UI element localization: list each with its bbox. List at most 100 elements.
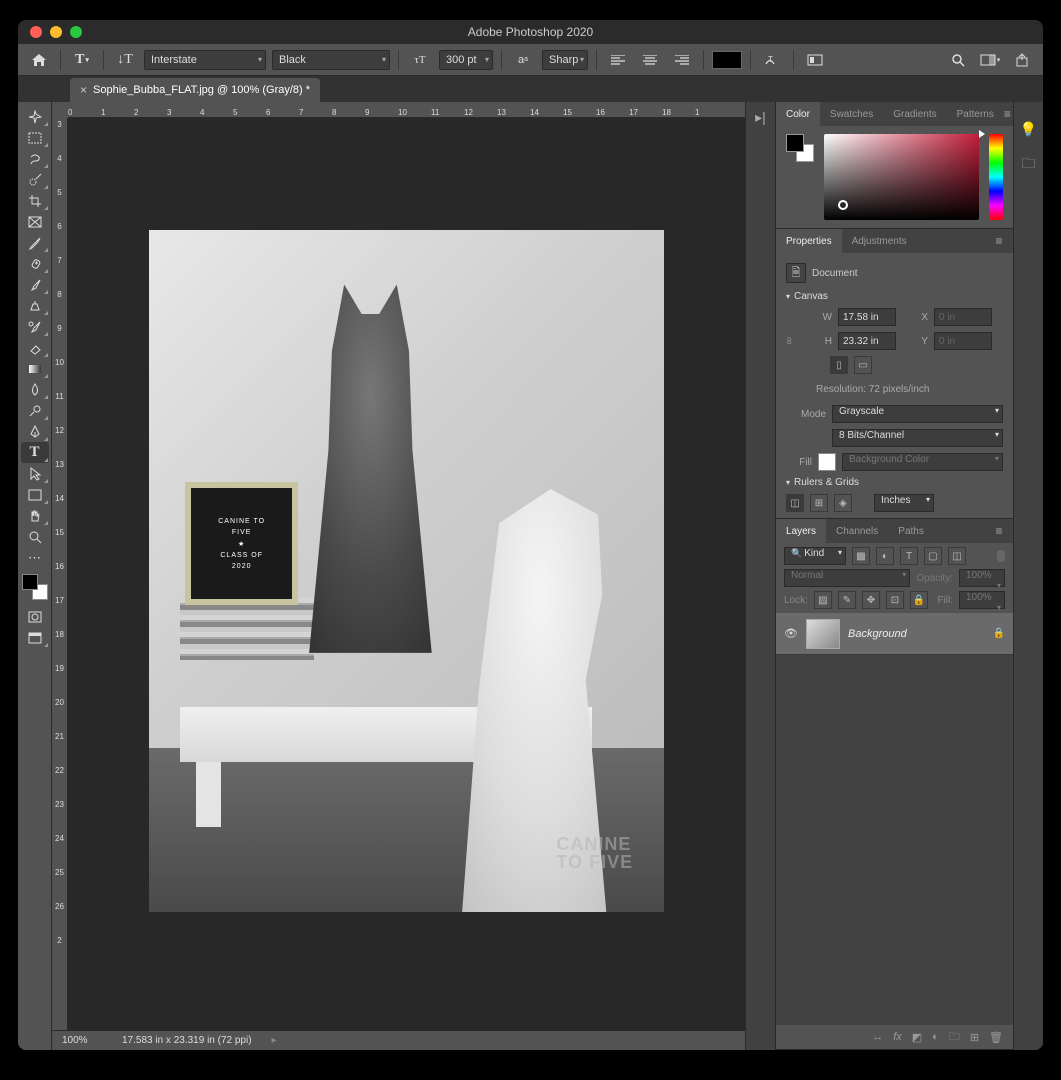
rulers-toggle[interactable]: ◫ xyxy=(786,494,804,512)
search-button[interactable] xyxy=(945,49,971,71)
warp-text-button[interactable]: T xyxy=(759,49,785,71)
path-select-tool[interactable] xyxy=(21,463,49,484)
visibility-toggle-icon[interactable]: 👁 xyxy=(784,627,798,641)
filter-toggle[interactable] xyxy=(997,550,1005,562)
screen-mode-button[interactable] xyxy=(21,627,49,648)
text-orientation-button[interactable]: ↓T xyxy=(112,49,138,71)
link-dimensions-icon[interactable]: 𝟾 xyxy=(786,336,800,347)
canvas-height-field[interactable] xyxy=(838,332,896,350)
layer-row[interactable]: 👁 Background 🔒 xyxy=(776,613,1013,655)
expand-dock-icon[interactable]: ▸| xyxy=(748,106,774,128)
font-size-select[interactable]: 300 pt xyxy=(439,50,493,70)
history-brush-tool[interactable] xyxy=(21,316,49,337)
brush-tool[interactable] xyxy=(21,274,49,295)
add-mask-icon[interactable]: ◩ xyxy=(912,1031,922,1044)
tab-layers[interactable]: Layers xyxy=(776,519,826,543)
panel-menu-icon[interactable]: ≡ xyxy=(989,229,1009,253)
ruler-units-select[interactable]: Inches xyxy=(874,494,934,512)
font-style-select[interactable]: Black xyxy=(272,50,390,70)
blend-mode-select[interactable]: Normal xyxy=(784,569,910,587)
layer-filter-select[interactable]: 🔍Kind xyxy=(784,547,846,565)
frame-tool[interactable] xyxy=(21,211,49,232)
zoom-level[interactable]: 100% xyxy=(62,1035,102,1046)
layer-thumbnail[interactable] xyxy=(806,619,840,649)
hue-slider[interactable] xyxy=(989,134,1003,220)
hand-tool[interactable] xyxy=(21,505,49,526)
bit-depth-select[interactable]: 8 Bits/Channel xyxy=(832,429,1003,447)
lock-position-icon[interactable]: ✥ xyxy=(862,591,880,609)
layer-name[interactable]: Background xyxy=(848,628,985,640)
lock-all-icon[interactable]: 🔒 xyxy=(910,591,928,609)
move-tool[interactable] xyxy=(21,106,49,127)
guides-toggle[interactable]: ◈ xyxy=(834,494,852,512)
ruler-horizontal[interactable]: 01234567891011121314151617181 xyxy=(68,102,745,118)
orient-landscape-button[interactable]: ▭ xyxy=(854,356,872,374)
eyedropper-tool[interactable] xyxy=(21,232,49,253)
lock-artboard-icon[interactable]: ⊡ xyxy=(886,591,904,609)
new-layer-icon[interactable]: ⊞ xyxy=(970,1031,979,1044)
tab-channels[interactable]: Channels xyxy=(826,519,888,543)
clone-stamp-tool[interactable] xyxy=(21,295,49,316)
zoom-tool[interactable] xyxy=(21,526,49,547)
new-group-icon[interactable]: 🗀 xyxy=(949,1028,960,1047)
document-dimensions[interactable]: 17.583 in x 23.319 in (72 ppi) xyxy=(122,1035,252,1046)
ruler-vertical[interactable]: 3456789101112131415161718192021222324252… xyxy=(52,118,68,1030)
home-button[interactable] xyxy=(26,49,52,71)
lasso-tool[interactable] xyxy=(21,148,49,169)
share-button[interactable] xyxy=(1009,49,1035,71)
delete-layer-icon[interactable]: 🗑 xyxy=(989,1031,1003,1044)
tab-patterns[interactable]: Patterns xyxy=(947,102,1004,126)
tab-gradients[interactable]: Gradients xyxy=(883,102,946,126)
character-panel-button[interactable] xyxy=(802,49,828,71)
lock-icon[interactable]: 🔒 xyxy=(993,628,1005,639)
lock-paint-icon[interactable]: ✎ xyxy=(838,591,856,609)
crop-tool[interactable] xyxy=(21,190,49,211)
foreground-background-colors[interactable] xyxy=(22,574,48,600)
align-left-button[interactable] xyxy=(605,49,631,71)
dodge-tool[interactable] xyxy=(21,400,49,421)
filter-type-icon[interactable]: T xyxy=(900,547,918,565)
foreground-color-swatch[interactable] xyxy=(22,574,38,590)
panel-menu-icon[interactable]: ≡ xyxy=(1004,102,1011,126)
text-color-swatch[interactable] xyxy=(712,51,742,69)
layer-fill-field[interactable]: 100% xyxy=(959,591,1005,609)
tab-color[interactable]: Color xyxy=(776,102,820,126)
pen-tool[interactable] xyxy=(21,421,49,442)
eraser-tool[interactable] xyxy=(21,337,49,358)
filter-shape-icon[interactable]: ▢ xyxy=(924,547,942,565)
canvas-stage[interactable]: CANINE TO FIVE ★ CLASS OF 2020 CANINETO … xyxy=(68,118,745,1030)
tab-swatches[interactable]: Swatches xyxy=(820,102,883,126)
color-picker-field[interactable] xyxy=(824,134,979,220)
filter-adjust-icon[interactable]: ◐ xyxy=(876,547,894,565)
filter-smart-icon[interactable]: ◫ xyxy=(948,547,966,565)
link-layers-icon[interactable]: ↔ xyxy=(872,1031,883,1043)
lock-transparency-icon[interactable]: ▨ xyxy=(814,591,832,609)
canvas-width-field[interactable] xyxy=(838,308,896,326)
libraries-panel-icon[interactable]: 🗀 xyxy=(1016,154,1042,176)
healing-brush-tool[interactable] xyxy=(21,253,49,274)
close-tab-icon[interactable]: × xyxy=(80,83,87,97)
learn-panel-icon[interactable]: 💡 xyxy=(1016,118,1042,140)
quick-select-tool[interactable] xyxy=(21,169,49,190)
blur-tool[interactable] xyxy=(21,379,49,400)
grid-toggle[interactable]: ⊞ xyxy=(810,494,828,512)
rectangle-tool[interactable] xyxy=(21,484,49,505)
tab-adjustments[interactable]: Adjustments xyxy=(842,229,917,253)
marquee-tool[interactable] xyxy=(21,127,49,148)
align-center-button[interactable] xyxy=(637,49,663,71)
tab-properties[interactable]: Properties xyxy=(776,229,842,253)
document-tab[interactable]: × Sophie_Bubba_FLAT.jpg @ 100% (Gray/8) … xyxy=(70,78,320,102)
workspace-button[interactable]: ▾ xyxy=(977,49,1003,71)
color-mode-select[interactable]: Grayscale xyxy=(832,405,1003,423)
filter-pixel-icon[interactable]: ▩ xyxy=(852,547,870,565)
canvas-section-header[interactable]: Canvas xyxy=(786,291,1003,302)
tab-paths[interactable]: Paths xyxy=(888,519,934,543)
opacity-field[interactable]: 100% xyxy=(959,569,1005,587)
gradient-tool[interactable] xyxy=(21,358,49,379)
edit-toolbar-button[interactable]: ⋯ xyxy=(21,547,49,568)
orient-portrait-button[interactable]: ▯ xyxy=(830,356,848,374)
layer-fx-icon[interactable]: fx xyxy=(893,1031,902,1043)
rulers-section-header[interactable]: Rulers & Grids xyxy=(786,477,1003,488)
new-adjustment-icon[interactable]: ◐ xyxy=(932,1031,939,1043)
tool-preset-type-icon[interactable]: T▾ xyxy=(69,49,95,71)
